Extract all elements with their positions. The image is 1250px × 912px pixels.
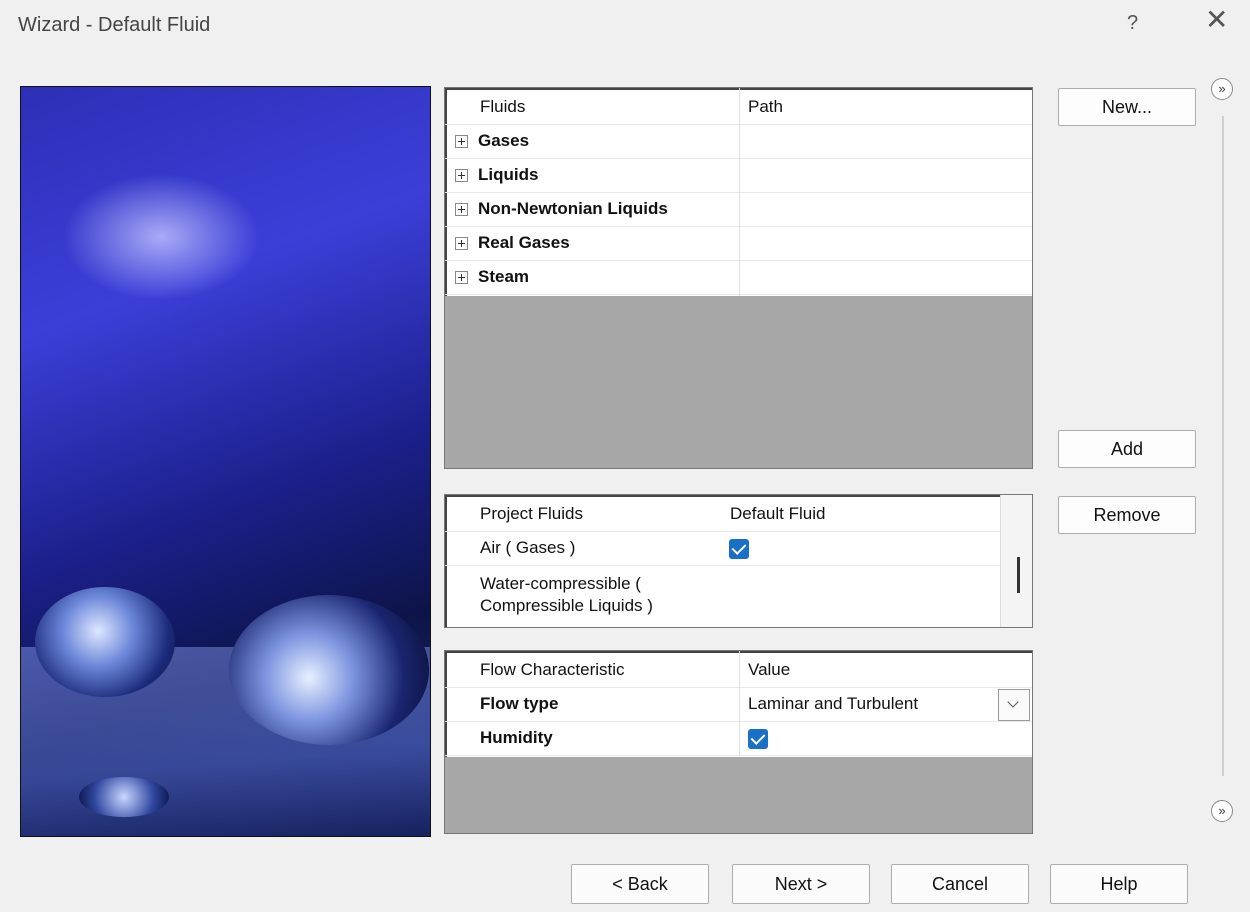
humidity-checkbox[interactable] xyxy=(748,728,768,749)
fluids-grid: Fluids Path Gases Liquids Non-Newtonian … xyxy=(444,87,1033,469)
water-drop xyxy=(79,777,169,817)
scrollbar-thumb[interactable] xyxy=(1017,557,1020,593)
wizard-banner-image xyxy=(20,86,431,837)
help-button[interactable]: Help xyxy=(1050,864,1188,904)
fluid-category-row[interactable]: Liquids xyxy=(445,158,1032,193)
add-button[interactable]: Add xyxy=(1058,430,1196,468)
default-fluid-checkbox[interactable] xyxy=(729,538,749,559)
column-header-value[interactable]: Value xyxy=(748,653,790,687)
grid-empty-area xyxy=(445,296,1032,468)
flow-type-label: Flow type xyxy=(480,694,559,713)
grid-header: Fluids Path xyxy=(445,90,1032,125)
flow-characteristic-grid: Flow Characteristic Value Flow type Lami… xyxy=(444,650,1033,834)
close-icon[interactable]: ✕ xyxy=(1205,6,1228,34)
project-fluid-name: Water-compressible ( Compressible Liquid… xyxy=(480,574,653,615)
humidity-label: Humidity xyxy=(480,728,553,747)
expand-icon[interactable] xyxy=(455,169,468,183)
next-button[interactable]: Next > xyxy=(732,864,870,904)
flow-row[interactable]: Flow type Laminar and Turbulent xyxy=(445,687,1032,722)
project-fluid-row[interactable]: Water-compressible ( Compressible Liquid… xyxy=(445,567,1032,623)
side-navigation-track[interactable] xyxy=(1222,116,1224,776)
scroll-down-icon[interactable]: » xyxy=(1211,800,1233,822)
expand-icon[interactable] xyxy=(455,237,468,251)
column-header-flow-characteristic[interactable]: Flow Characteristic xyxy=(480,653,625,687)
project-fluid-name: Air ( Gases ) xyxy=(480,538,576,557)
water-drop xyxy=(229,595,429,745)
column-header-path[interactable]: Path xyxy=(748,90,783,124)
fluid-category-label: Steam xyxy=(478,267,530,286)
vertical-scrollbar[interactable] xyxy=(1000,495,1032,627)
grid-empty-area xyxy=(445,757,1032,833)
fluid-category-label: Liquids xyxy=(478,165,539,184)
grid-header: Project Fluids Default Fluid xyxy=(445,497,1032,532)
flow-type-value[interactable]: Laminar and Turbulent xyxy=(748,687,918,721)
column-header-default-fluid[interactable]: Default Fluid xyxy=(730,497,825,531)
back-button[interactable]: < Back xyxy=(571,864,709,904)
expand-icon[interactable] xyxy=(455,203,468,217)
fluid-category-row[interactable]: Real Gases xyxy=(445,226,1032,261)
scroll-up-icon[interactable]: » xyxy=(1211,78,1233,100)
cancel-button[interactable]: Cancel xyxy=(891,864,1029,904)
fluid-category-label: Non-Newtonian Liquids xyxy=(478,199,668,218)
expand-icon[interactable] xyxy=(455,135,468,149)
project-fluid-row[interactable]: Air ( Gases ) xyxy=(445,531,1032,566)
fluid-category-label: Real Gases xyxy=(478,233,570,252)
flow-row[interactable]: Humidity xyxy=(445,721,1032,756)
fluid-category-row[interactable]: Gases xyxy=(445,124,1032,159)
project-fluids-grid: Project Fluids Default Fluid Air ( Gases… xyxy=(444,494,1033,628)
fluid-category-row[interactable]: Non-Newtonian Liquids xyxy=(445,192,1032,227)
fluid-category-label: Gases xyxy=(478,131,530,150)
fluid-category-row[interactable]: Steam xyxy=(445,260,1032,295)
remove-button[interactable]: Remove xyxy=(1058,496,1196,534)
grid-header: Flow Characteristic Value xyxy=(445,653,1032,688)
column-header-project-fluids[interactable]: Project Fluids xyxy=(480,497,583,531)
new-button[interactable]: New... xyxy=(1058,88,1196,126)
chevron-down-icon[interactable] xyxy=(998,689,1030,721)
window-title: Wizard - Default Fluid xyxy=(18,14,211,36)
column-header-fluids[interactable]: Fluids xyxy=(480,90,525,124)
water-drop xyxy=(35,587,175,697)
expand-icon[interactable] xyxy=(455,271,468,285)
help-icon[interactable]: ? xyxy=(1127,12,1138,35)
